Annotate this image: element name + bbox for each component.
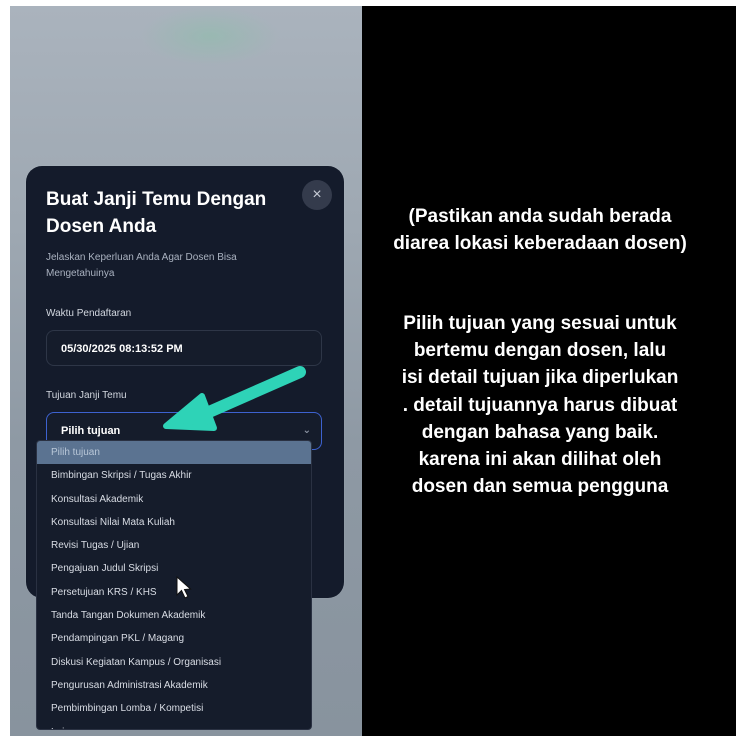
modal-title: Buat Janji Temu Dengan Dosen Anda bbox=[46, 189, 267, 237]
dropdown-option[interactable]: Tanda Tangan Dokumen Akademik bbox=[37, 604, 311, 627]
tujuan-label: Tujuan Janji Temu bbox=[46, 390, 127, 401]
dropdown-option[interactable]: Pendampingan PKL / Magang bbox=[37, 627, 311, 650]
caption-line: karena ini akan dilihat oleh bbox=[418, 449, 662, 471]
dropdown-option[interactable]: Pilih tujuan bbox=[37, 441, 311, 465]
caption-line: Pilih tujuan yang sesuai untuk bbox=[403, 313, 677, 334]
caption-note-line: (Pastikan anda sudah berada bbox=[408, 206, 672, 227]
tujuan-dropdown-list[interactable]: Pilih tujuan Bimbingan Skripsi / Tugas A… bbox=[36, 440, 312, 730]
caption-note-line: diarea lokasi keberadaan dosen) bbox=[393, 233, 687, 255]
dropdown-option[interactable]: Diskusi Kegiatan Kampus / Organisasi bbox=[37, 651, 311, 674]
close-button[interactable]: × bbox=[302, 180, 332, 210]
caption-instructions: Pilih tujuan yang sesuai untuk bertemu d… bbox=[340, 310, 740, 500]
waktu-value: 05/30/2025 08:13:52 PM bbox=[61, 343, 183, 355]
dropdown-option[interactable]: Konsultasi Nilai Mata Kuliah bbox=[37, 511, 311, 534]
tujuan-selected-value: Pilih tujuan bbox=[61, 425, 121, 437]
caption-line: dengan bahasa yang baik. bbox=[421, 421, 659, 443]
background-glow bbox=[140, 6, 280, 66]
dropdown-option[interactable]: Bimbingan Skripsi / Tugas Akhir bbox=[37, 464, 311, 487]
dropdown-option[interactable]: Lainnya bbox=[37, 721, 311, 729]
caption-note: (Pastikan anda sudah berada diarea lokas… bbox=[340, 203, 740, 257]
dropdown-option[interactable]: Revisi Tugas / Ujian bbox=[37, 534, 311, 557]
close-icon: × bbox=[312, 186, 322, 203]
dropdown-option[interactable]: Konsultasi Akademik bbox=[37, 488, 311, 511]
caption-line: bertemu dengan dosen, lalu bbox=[413, 340, 667, 362]
caption-line: dosen dan semua pengguna bbox=[411, 476, 669, 498]
caption-line: . detail tujuannya harus dibuat bbox=[402, 394, 678, 416]
waktu-label: Waktu Pendaftaran bbox=[46, 308, 132, 319]
modal-subtitle: Jelaskan Keperluan Anda Agar Dosen Bisa … bbox=[46, 252, 237, 279]
caption-line: isi detail tujuan jika diperlukan bbox=[401, 367, 679, 389]
dropdown-option[interactable]: Persetujuan KRS / KHS bbox=[37, 581, 311, 604]
waktu-pendaftaran-input[interactable]: 05/30/2025 08:13:52 PM bbox=[46, 330, 322, 366]
dropdown-option[interactable]: Pengajuan Judul Skripsi bbox=[37, 557, 311, 580]
dropdown-option[interactable]: Pengurusan Administrasi Akademik bbox=[37, 674, 311, 697]
dropdown-option[interactable]: Pembimbingan Lomba / Kompetisi bbox=[37, 697, 311, 720]
